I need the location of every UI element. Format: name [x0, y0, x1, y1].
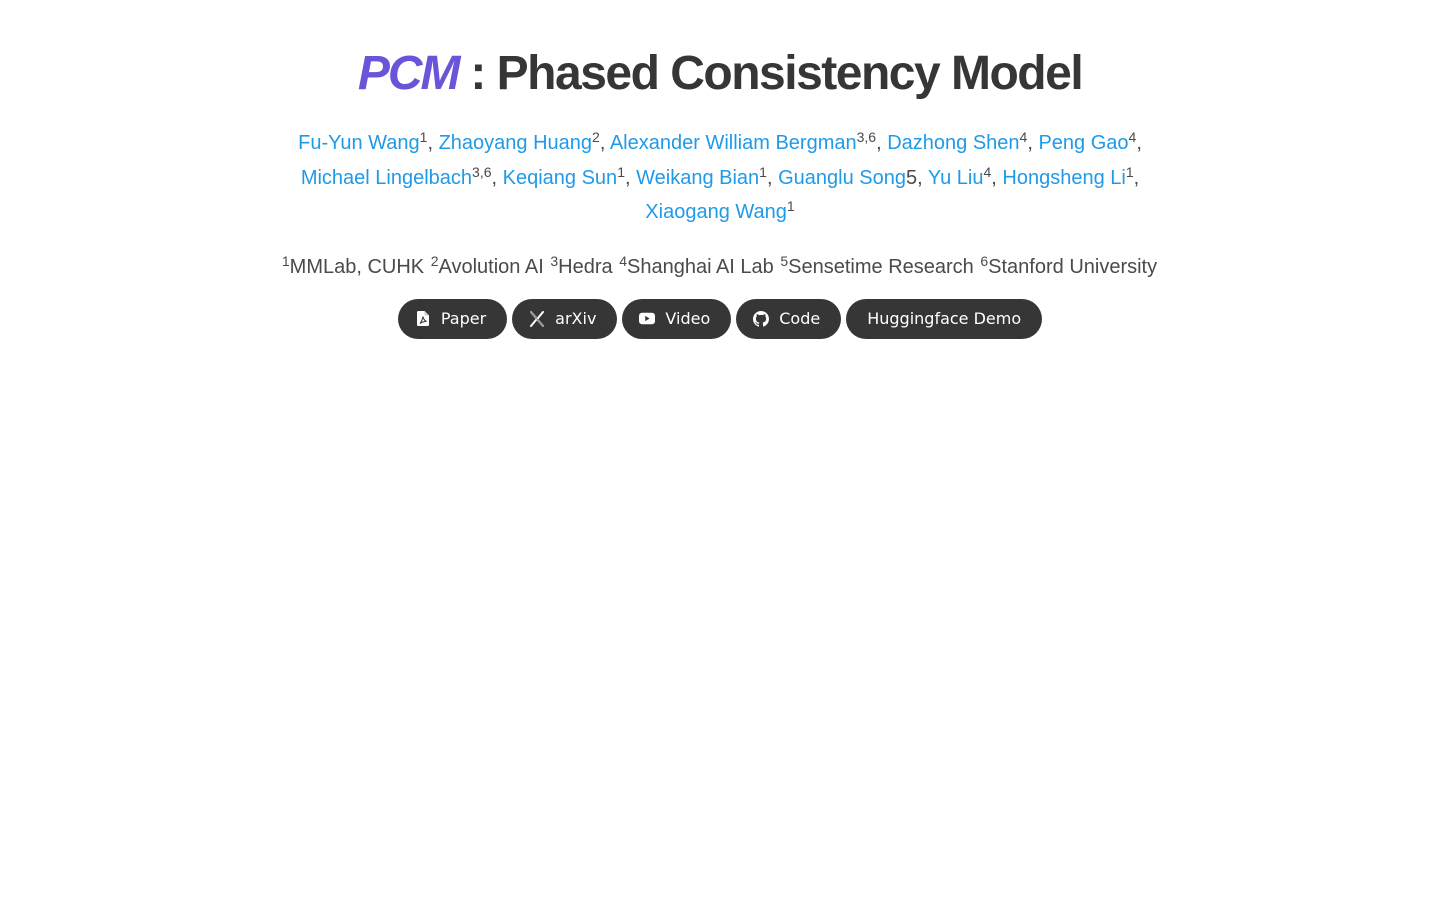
- author-separator: ,: [624, 166, 637, 189]
- author-separator: ,: [1136, 132, 1142, 154]
- affiliation-name: Stanford University: [988, 255, 1158, 278]
- affiliation-number: 3: [550, 252, 559, 269]
- code-button-label: Code: [779, 309, 821, 328]
- title-abbreviation: PCM: [357, 47, 461, 100]
- affiliation-name: Sensetime Research: [788, 255, 974, 278]
- affiliation-name: Shanghai AI Lab: [626, 255, 774, 278]
- author-affiliation-sup: 3,6: [472, 163, 492, 180]
- author-affiliation-sup: 1: [617, 163, 625, 180]
- author-link[interactable]: Yu Liu: [928, 167, 984, 189]
- author-affiliation-sup: 2: [592, 129, 600, 145]
- arxiv-button-label: arXiv: [555, 309, 597, 328]
- author-separator: ,: [766, 166, 779, 189]
- author-link[interactable]: Hongsheng Li: [1002, 167, 1125, 189]
- arxiv-icon: [529, 310, 545, 327]
- huggingface-demo-button[interactable]: Huggingface Demo: [846, 298, 1043, 339]
- affiliation-number: 6: [980, 252, 989, 269]
- affiliation-number: 5: [780, 252, 789, 269]
- link-buttons: Paper arXiv Video Code Huggingface Demo: [0, 298, 1440, 339]
- author-link[interactable]: Dazhong Shen: [887, 132, 1019, 154]
- affiliation-number: 1: [281, 252, 290, 269]
- author-affiliation-sup: 3,6: [856, 129, 877, 145]
- paper-button[interactable]: Paper: [397, 298, 508, 339]
- author-separator: ,: [876, 132, 888, 154]
- affiliation-name: MMLab, CUHK: [289, 255, 425, 278]
- video-button[interactable]: Video: [622, 298, 732, 339]
- author-link[interactable]: Keqiang Sun: [503, 167, 618, 189]
- author-affiliation-sup: 1: [1125, 163, 1134, 180]
- video-button-label: Video: [665, 309, 711, 328]
- huggingface-demo-button-label: Huggingface Demo: [867, 309, 1022, 328]
- author-link[interactable]: Zhaoyang Huang: [439, 132, 592, 154]
- affiliation-list: 1MMLab, CUHK 2Avolution AI 3Hedra 4Shang…: [0, 253, 1440, 281]
- affiliation-number: 2: [430, 252, 439, 269]
- author-affiliation-sup: 1: [786, 198, 795, 214]
- code-button[interactable]: Code: [736, 298, 842, 339]
- affiliation-name: Hedra: [558, 255, 613, 278]
- author-separator: ,: [991, 166, 1003, 189]
- file-pdf-icon: [415, 311, 431, 327]
- author-link[interactable]: Fu-Yun Wang: [298, 132, 420, 154]
- author-affiliation-inline: 5: [905, 166, 918, 189]
- paper-button-label: Paper: [440, 309, 487, 328]
- youtube-icon: [639, 311, 656, 327]
- author-list: Fu-Yun Wang 1, Zhaoyang Huang2, Alexander…: [280, 126, 1160, 230]
- author-link[interactable]: Michael Lingelbach: [301, 167, 472, 189]
- author-link[interactable]: Alexander William Bergman: [610, 132, 857, 154]
- author-link[interactable]: Peng Gao: [1038, 132, 1128, 154]
- affiliation-name: Avolution AI: [438, 255, 544, 278]
- author-separator: ,: [917, 166, 928, 189]
- author-affiliation-sup: 1: [759, 163, 767, 180]
- title-text: : Phased Consistency Model: [470, 47, 1083, 100]
- author-link[interactable]: Guanglu Song: [778, 167, 906, 189]
- arxiv-button[interactable]: arXiv: [512, 298, 618, 339]
- author-separator: ,: [1133, 166, 1140, 189]
- author-separator: ,: [491, 166, 503, 189]
- hero-section: PCM : Phased Consistency Model Fu-Yun Wa…: [0, 0, 1440, 339]
- author-separator: ,: [427, 132, 439, 154]
- author-link[interactable]: Weikang Bian: [636, 167, 759, 189]
- github-icon: [753, 310, 770, 327]
- affiliation-number: 4: [619, 252, 627, 269]
- author-separator: ,: [599, 132, 610, 154]
- author-separator: ,: [1027, 132, 1039, 154]
- page-title: PCM : Phased Consistency Model: [0, 42, 1440, 106]
- author-link[interactable]: Xiaogang Wang: [645, 201, 787, 223]
